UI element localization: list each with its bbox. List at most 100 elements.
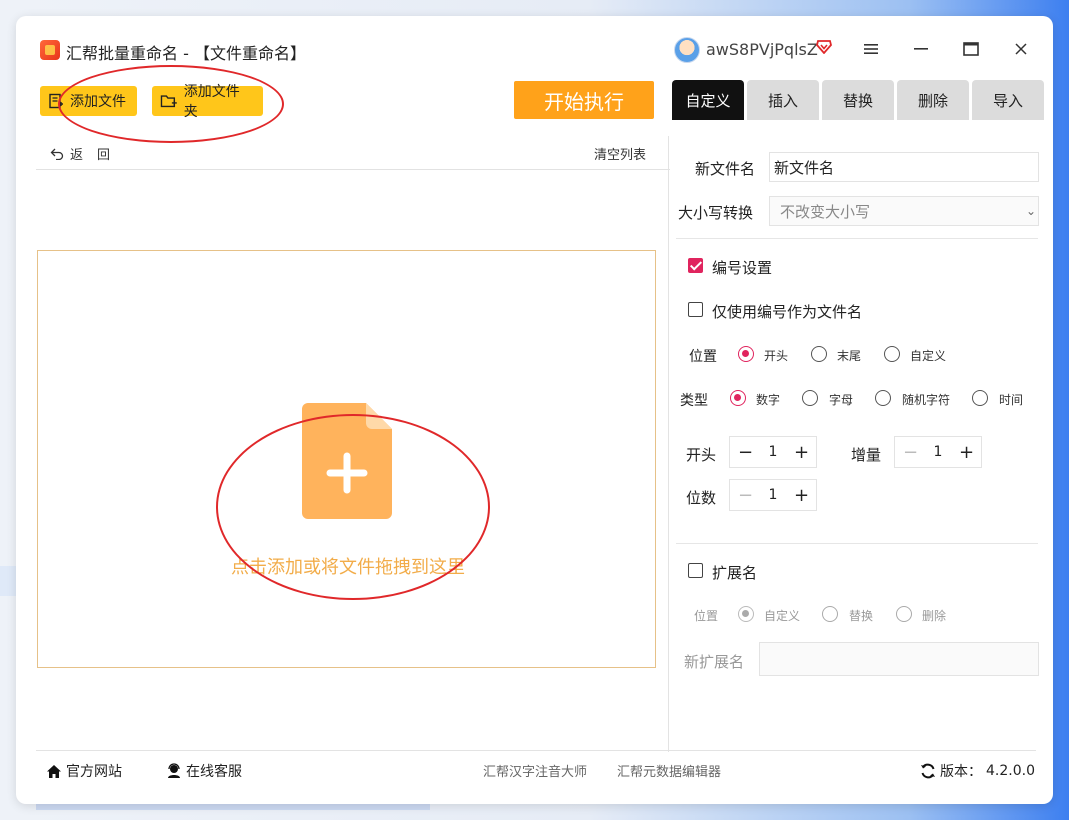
maximize-icon[interactable]: [960, 38, 982, 60]
ext-position-custom-label: 自定义: [764, 609, 801, 623]
add-file-button[interactable]: 添加文件: [40, 86, 137, 116]
add-folder-icon: [160, 95, 177, 108]
position-end-radio[interactable]: [811, 346, 827, 362]
ext-position-replace-label: 替换: [849, 609, 874, 623]
position-custom-radio[interactable]: [884, 346, 900, 362]
divider: [676, 543, 1038, 544]
support-link[interactable]: 在线客服: [166, 761, 242, 781]
back-label: 返回: [70, 148, 125, 163]
position-start-radio[interactable]: [738, 346, 754, 362]
app-window: 汇帮批量重命名 - 【文件重命名】 awS8PVjPqlsZ 添加文件 添加文件…: [16, 16, 1053, 804]
type-time-label: 时间: [999, 393, 1024, 407]
start-number-stepper[interactable]: − 1 +: [729, 436, 817, 468]
position-start-label: 开头: [764, 349, 789, 363]
digits-label: 位数: [686, 489, 717, 507]
digits-value: 1: [768, 487, 778, 503]
case-label: 大小写转换: [678, 204, 754, 222]
minus-icon[interactable]: −: [903, 442, 918, 463]
support-agent-icon: [168, 763, 180, 778]
position-end-label: 末尾: [837, 349, 862, 363]
minus-icon[interactable]: −: [738, 485, 753, 506]
increment-stepper[interactable]: − 1 +: [894, 436, 982, 468]
drop-hint[interactable]: 点击添加或将文件拖拽到这里: [231, 553, 465, 579]
case-select-value: 不改变大小写: [780, 202, 871, 221]
back-arrow-icon: [50, 148, 64, 160]
username[interactable]: awS8PVjPqlsZ: [706, 40, 818, 59]
only-number-checkbox[interactable]: [688, 302, 703, 317]
position-custom-label: 自定义: [910, 349, 947, 363]
position-label: 位置: [689, 349, 717, 365]
minus-icon[interactable]: −: [738, 442, 753, 463]
increment-value: 1: [933, 444, 943, 460]
version-number: 4.2.0.0: [986, 763, 1035, 779]
type-time-radio[interactable]: [972, 390, 988, 406]
background-taskbar-hint: [36, 804, 430, 810]
website-label: 官方网站: [66, 764, 122, 780]
pinyin-tool-link[interactable]: 汇帮汉字注音大师: [483, 761, 587, 780]
website-link[interactable]: 官方网站: [46, 761, 122, 781]
tab-import[interactable]: 导入: [972, 80, 1044, 120]
metadata-tool-link[interactable]: 汇帮元数据编辑器: [617, 761, 721, 780]
divider: [36, 169, 670, 170]
new-name-input[interactable]: 新文件名: [769, 152, 1039, 182]
panel-divider: [668, 136, 669, 752]
minimize-icon[interactable]: [910, 38, 932, 60]
refresh-icon: [921, 763, 935, 779]
plus-icon[interactable]: +: [794, 442, 809, 463]
close-icon[interactable]: [1010, 38, 1032, 60]
ext-position-delete-radio[interactable]: [896, 606, 912, 622]
only-number-label: 仅使用编号作为文件名: [712, 303, 863, 321]
tab-delete[interactable]: 删除: [897, 80, 969, 120]
home-icon: [47, 764, 61, 778]
back-button[interactable]: 返回: [50, 144, 124, 163]
add-file-large-icon[interactable]: [302, 403, 392, 519]
menu-icon[interactable]: [860, 38, 882, 60]
type-number-label: 数字: [756, 393, 781, 407]
add-file-label: 添加文件: [70, 94, 126, 110]
case-select[interactable]: 不改变大小写 ⌄: [769, 196, 1039, 226]
numbering-label: 编号设置: [712, 259, 773, 277]
ext-position-delete-label: 删除: [922, 609, 947, 623]
footer: 官方网站 在线客服 汇帮汉字注音大师 汇帮元数据编辑器 版本： 4.2.0.0: [36, 750, 1036, 787]
ext-position-label: 位置: [694, 609, 719, 623]
support-label: 在线客服: [186, 764, 242, 780]
type-number-radio[interactable]: [730, 390, 746, 406]
add-folder-label: 添加文件夹: [183, 84, 240, 120]
start-button[interactable]: 开始执行: [514, 81, 654, 119]
app-logo-icon: [40, 40, 60, 60]
chevron-down-icon: ⌄: [1025, 204, 1036, 218]
clear-list-button[interactable]: 清空列表: [594, 144, 646, 163]
title-bar: 汇帮批量重命名 - 【文件重命名】 awS8PVjPqlsZ: [16, 16, 1053, 70]
vip-diamond-icon[interactable]: [816, 40, 832, 54]
increment-label: 增量: [851, 446, 882, 464]
extension-checkbox[interactable]: [688, 563, 703, 578]
ext-position-replace-radio[interactable]: [822, 606, 838, 622]
add-folder-button[interactable]: 添加文件夹: [152, 84, 263, 120]
tab-replace[interactable]: 替换: [822, 80, 894, 120]
divider: [676, 238, 1038, 239]
plus-icon[interactable]: +: [959, 442, 974, 463]
new-extension-label: 新扩展名: [684, 653, 745, 671]
type-label: 类型: [680, 393, 708, 409]
window-title: 汇帮批量重命名 - 【文件重命名】: [66, 44, 306, 63]
numbering-checkbox[interactable]: [688, 258, 703, 273]
add-file-icon: [49, 93, 63, 109]
version-label: 版本：: [940, 764, 982, 780]
plus-icon[interactable]: +: [794, 485, 809, 506]
type-letter-radio[interactable]: [802, 390, 818, 406]
digits-stepper[interactable]: − 1 +: [729, 479, 817, 511]
tab-custom[interactable]: 自定义: [672, 80, 744, 120]
type-random-radio[interactable]: [875, 390, 891, 406]
extension-label: 扩展名: [712, 564, 758, 582]
start-number-label: 开头: [686, 446, 717, 464]
mode-tabs: 自定义 插入 替换 删除 导入: [672, 80, 1047, 120]
version-info[interactable]: 版本： 4.2.0.0: [920, 761, 1035, 781]
start-number-value: 1: [768, 444, 778, 460]
type-letter-label: 字母: [829, 393, 854, 407]
tab-insert[interactable]: 插入: [747, 80, 819, 120]
new-extension-input[interactable]: [759, 642, 1039, 676]
new-name-label: 新文件名: [695, 160, 756, 178]
type-random-label: 随机字符: [902, 393, 951, 407]
avatar[interactable]: [674, 37, 700, 63]
ext-position-custom-radio[interactable]: [738, 606, 754, 622]
